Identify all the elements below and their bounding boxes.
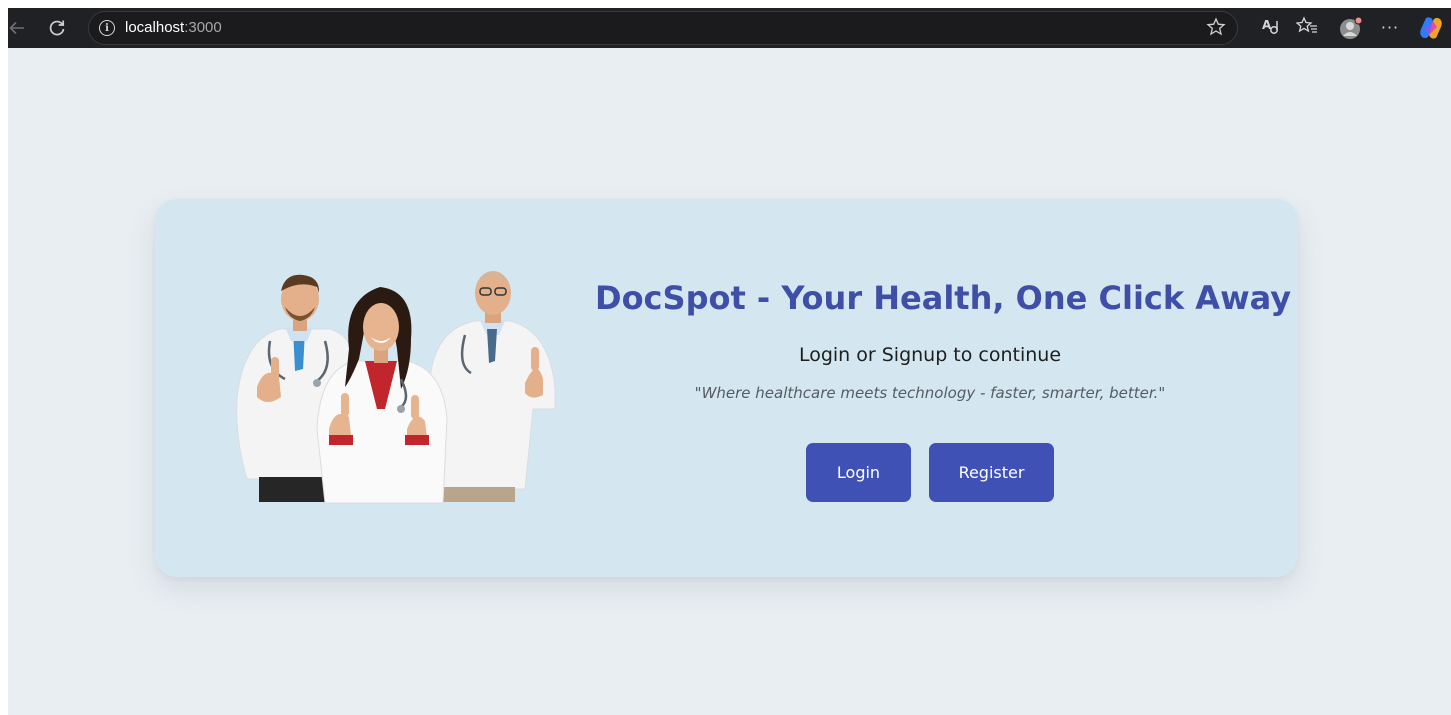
url-host: localhost (125, 19, 185, 36)
info-icon[interactable]: i (99, 20, 115, 36)
doctor-right-figure (429, 271, 556, 502)
read-aloud-icon-graphic: A (1262, 18, 1278, 34)
login-button[interactable]: Login (806, 443, 911, 502)
url-text: localhost:3000 (125, 19, 222, 36)
page-background: DocSpot - Your Health, One Click Away Lo… (8, 48, 1451, 715)
tagline-text: "Where healthcare meets technology - fas… (694, 384, 1166, 402)
profile-avatar-icon[interactable] (1338, 15, 1364, 41)
profile-avatar-icon-graphic (1340, 16, 1363, 39)
star-icon[interactable] (1205, 17, 1227, 39)
favorites-icon[interactable] (1294, 16, 1320, 40)
page-title: DocSpot - Your Health, One Click Away (595, 279, 1292, 317)
app-window: i localhost:3000 A ··· DocSpot - Your He… (0, 0, 1451, 715)
reload-icon[interactable] (44, 16, 70, 40)
doctor-middle-figure (316, 287, 448, 504)
back-arrow-icon[interactable] (6, 16, 28, 40)
copilot-icon[interactable] (1418, 15, 1444, 41)
reload-icon-graphic (49, 20, 65, 36)
read-aloud-icon[interactable]: A (1258, 16, 1282, 40)
hero-content: DocSpot - Your Health, One Click Away Lo… (595, 199, 1292, 577)
subtitle-text: Login or Signup to continue (798, 344, 1062, 366)
hero-card: DocSpot - Your Health, One Click Away Lo… (155, 199, 1298, 577)
address-bar[interactable]: i localhost:3000 (88, 11, 1238, 45)
favorites-icon-graphic (1295, 16, 1317, 33)
star-icon-graphic (1206, 17, 1226, 36)
register-button[interactable]: Register (929, 443, 1054, 502)
doctors-illustration (236, 271, 556, 504)
back-arrow-icon-graphic (9, 21, 24, 35)
url-port: :3000 (184, 19, 222, 36)
browser-toolbar: i localhost:3000 A ··· (8, 8, 1451, 48)
more-icon[interactable]: ··· (1378, 16, 1402, 40)
copilot-icon-graphic (1420, 17, 1442, 39)
